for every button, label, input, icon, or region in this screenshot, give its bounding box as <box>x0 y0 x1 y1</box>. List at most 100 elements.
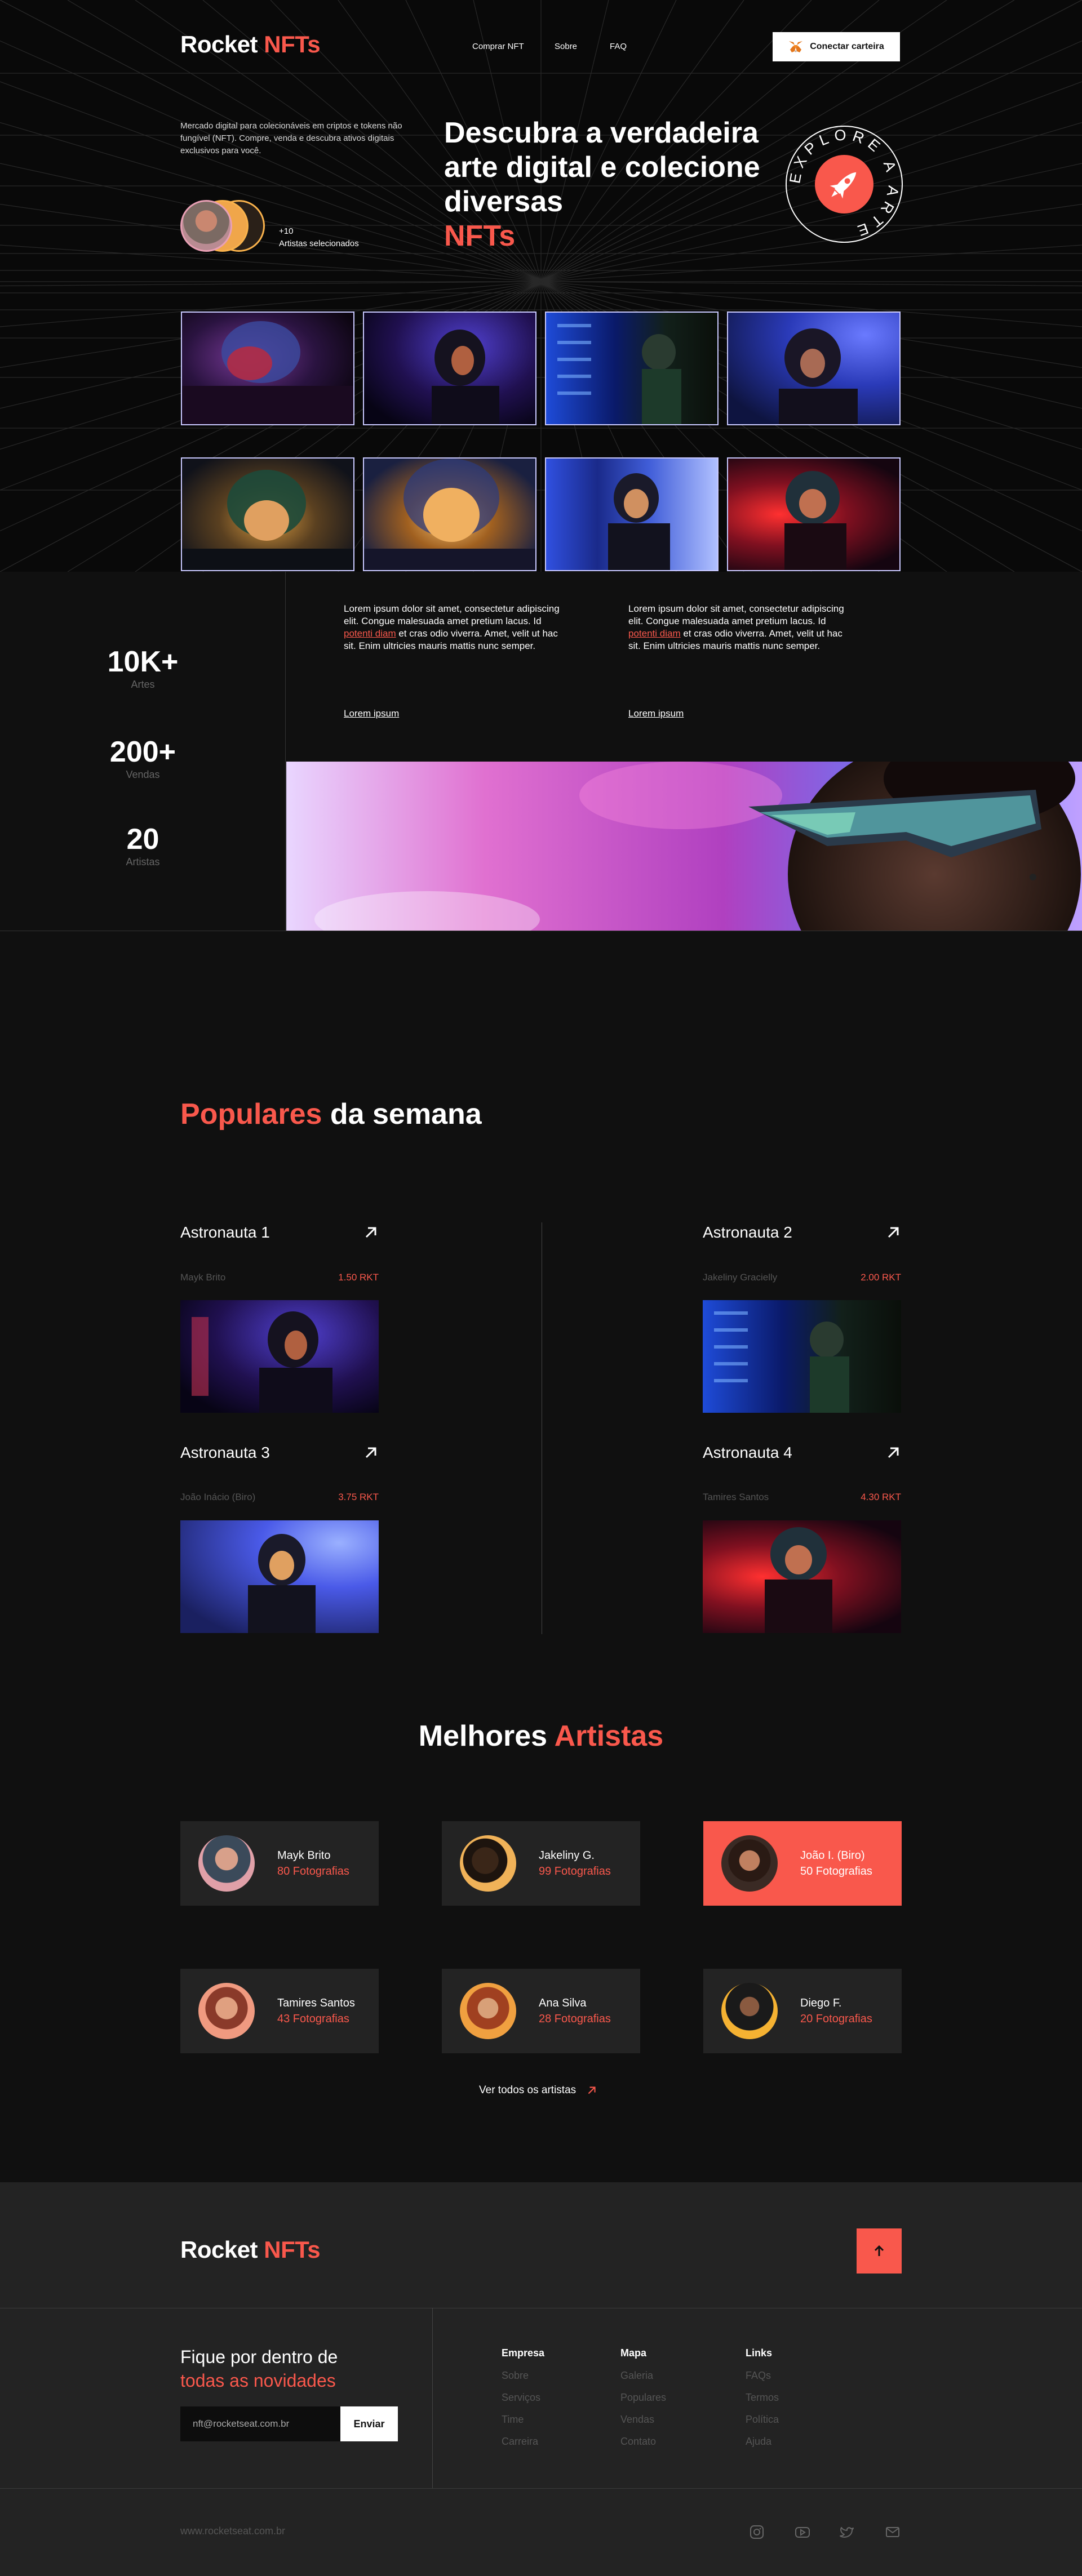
popular-card-title[interactable]: Astronauta 1 <box>180 1224 270 1242</box>
stat-label: Artes <box>131 679 155 690</box>
popular-card-author: João Inácio (Biro) <box>180 1492 256 1502</box>
artist-card[interactable]: Jakeliny G. 99 Fotografias <box>442 1821 640 1906</box>
footer-link-galeria[interactable]: Galeria <box>620 2370 653 2382</box>
gallery-tile[interactable] <box>363 312 536 425</box>
stat-value: 200+ <box>109 736 176 768</box>
artist-name: Mayk Brito <box>277 1849 331 1862</box>
mail-icon[interactable] <box>884 2524 901 2541</box>
arrow-up-icon <box>874 2245 884 2256</box>
artist-name: João I. (Biro) <box>800 1849 865 1862</box>
popular-card-title[interactable]: Astronauta 4 <box>703 1444 792 1462</box>
brand-logo[interactable]: Rocket NFTs <box>180 31 321 58</box>
newsletter-email-input[interactable] <box>180 2406 340 2441</box>
footer-link-politica[interactable]: Política <box>746 2414 779 2426</box>
nav-faq[interactable]: FAQ <box>610 42 627 51</box>
connect-wallet-label: Conectar carteira <box>810 42 884 51</box>
footer-link-termos[interactable]: Termos <box>746 2392 779 2404</box>
arrow-up-right-icon[interactable] <box>886 1445 901 1460</box>
artist-card[interactable]: Ana Silva 28 Fotografias <box>442 1969 640 2053</box>
footer-bottom-divider <box>0 2488 1082 2489</box>
footer-copyright: www.rocketseat.com.br <box>180 2525 286 2537</box>
arrow-up-right-icon[interactable] <box>363 1445 378 1460</box>
popular-section-title: Populares da semana <box>180 1098 482 1131</box>
back-to-top-button[interactable] <box>857 2228 902 2274</box>
gallery-tile[interactable] <box>181 457 354 571</box>
gallery-tile[interactable] <box>727 457 901 571</box>
footer-link-vendas[interactable]: Vendas <box>620 2414 654 2426</box>
popular-card-title[interactable]: Astronauta 3 <box>180 1444 270 1462</box>
footer-link-populares[interactable]: Populares <box>620 2392 666 2404</box>
stat-label: Artistas <box>126 856 160 867</box>
hero-title: Descubra a verdadeira arte digital e col… <box>444 117 760 252</box>
artist-card[interactable]: Tamires Santos 43 Fotografias <box>180 1969 379 2053</box>
about-paragraph-2: Lorem ipsum dolor sit amet, consectetur … <box>628 603 844 651</box>
stat-artes: 10K+ Artes <box>0 645 286 691</box>
perspective-grid-background <box>0 0 1082 572</box>
footer-link-time[interactable]: Time <box>502 2414 524 2426</box>
artist-card[interactable]: Diego F. 20 Fotografias <box>703 1969 902 2053</box>
artist-name: Diego F. <box>800 1997 842 2009</box>
artist-photo-count: 80 Fotografias <box>277 1865 349 1878</box>
popular-card-image[interactable] <box>180 1520 379 1633</box>
about-link-1[interactable]: Lorem ipsum <box>344 708 399 719</box>
gallery-tile[interactable] <box>727 312 901 425</box>
avatar <box>198 1835 255 1892</box>
about-paragraph-1: Lorem ipsum dolor sit amet, consectetur … <box>344 603 560 651</box>
nav-comprar-nft[interactable]: Comprar NFT <box>472 42 524 51</box>
connect-wallet-button[interactable]: Conectar carteira <box>773 32 900 61</box>
stat-value: 20 <box>126 823 159 856</box>
footer-link-servicos[interactable]: Serviços <box>502 2392 540 2404</box>
popular-card-author: Jakeliny Gracielly <box>703 1272 778 1283</box>
popular-card-price: 2.00 RKT <box>861 1272 901 1283</box>
newsletter-title: Fique por dentro de todas as novidades <box>180 2347 338 2391</box>
arrow-up-right-icon[interactable] <box>886 1225 901 1240</box>
arrow-up-right-icon[interactable] <box>363 1225 378 1240</box>
arrow-up-right-icon <box>588 2086 596 2094</box>
artist-name: Ana Silva <box>539 1997 587 2009</box>
avatar <box>721 1983 778 2039</box>
footer-brand-logo[interactable]: Rocket NFTs <box>180 2236 321 2263</box>
footer-column-title: Mapa <box>620 2347 647 2359</box>
avatar <box>460 1983 516 2039</box>
artists-count-value: +10 <box>279 226 294 236</box>
popular-card-author: Tamires Santos <box>703 1492 769 1502</box>
footer <box>0 2182 1082 2576</box>
artist-name: Jakeliny G. <box>539 1849 595 1862</box>
footer-link-contato[interactable]: Contato <box>620 2436 656 2448</box>
twitter-icon[interactable] <box>839 2524 855 2541</box>
gallery-tile[interactable] <box>181 312 354 425</box>
gallery-tile[interactable] <box>545 457 719 571</box>
metamask-fox-icon <box>789 41 803 52</box>
gallery-tile[interactable] <box>545 312 719 425</box>
footer-column-title: Links <box>746 2347 773 2359</box>
artist-photo-count: 43 Fotografias <box>277 2013 349 2025</box>
popular-card-title[interactable]: Astronauta 2 <box>703 1224 792 1242</box>
stat-vendas: 200+ Vendas <box>0 735 286 781</box>
youtube-icon[interactable] <box>794 2524 811 2541</box>
footer-link-sobre[interactable]: Sobre <box>502 2370 529 2382</box>
footer-column-title: Empresa <box>502 2347 545 2359</box>
footer-link-faqs[interactable]: FAQs <box>746 2370 771 2382</box>
instagram-icon[interactable] <box>748 2524 765 2541</box>
newsletter-send-button[interactable]: Enviar <box>340 2406 398 2441</box>
gallery-tile[interactable] <box>363 457 536 571</box>
artist-card[interactable]: Mayk Brito 80 Fotografias <box>180 1821 379 1906</box>
nav-sobre[interactable]: Sobre <box>555 42 577 51</box>
footer-link-carreira[interactable]: Carreira <box>502 2436 538 2448</box>
explore-art-badge[interactable]: EXPLORE A ARTE <box>785 125 903 243</box>
popular-card-image[interactable] <box>180 1300 379 1413</box>
artist-card-featured[interactable]: João I. (Biro) 50 Fotografias <box>703 1821 902 1906</box>
see-all-artists-link[interactable]: Ver todos os artistas <box>479 2084 597 2097</box>
artist-photo-count: 50 Fotografias <box>800 1865 872 1878</box>
popular-card-image[interactable] <box>703 1520 901 1633</box>
footer-link-ajuda[interactable]: Ajuda <box>746 2436 771 2448</box>
popular-card-image[interactable] <box>703 1300 901 1413</box>
popular-card-price: 3.75 RKT <box>338 1492 379 1502</box>
artist-photo-count: 28 Fotografias <box>539 2013 611 2025</box>
about-link-2[interactable]: Lorem ipsum <box>628 708 684 719</box>
hero-section: Rocket NFTs Comprar NFT Sobre FAQ Conect… <box>0 0 1082 572</box>
artist-name: Tamires Santos <box>277 1997 355 2009</box>
selected-artists-count: +10 Artistas selecionados <box>279 225 359 250</box>
stat-artistas: 20 Artistas <box>0 822 286 868</box>
popular-card-author: Mayk Brito <box>180 1272 226 1283</box>
